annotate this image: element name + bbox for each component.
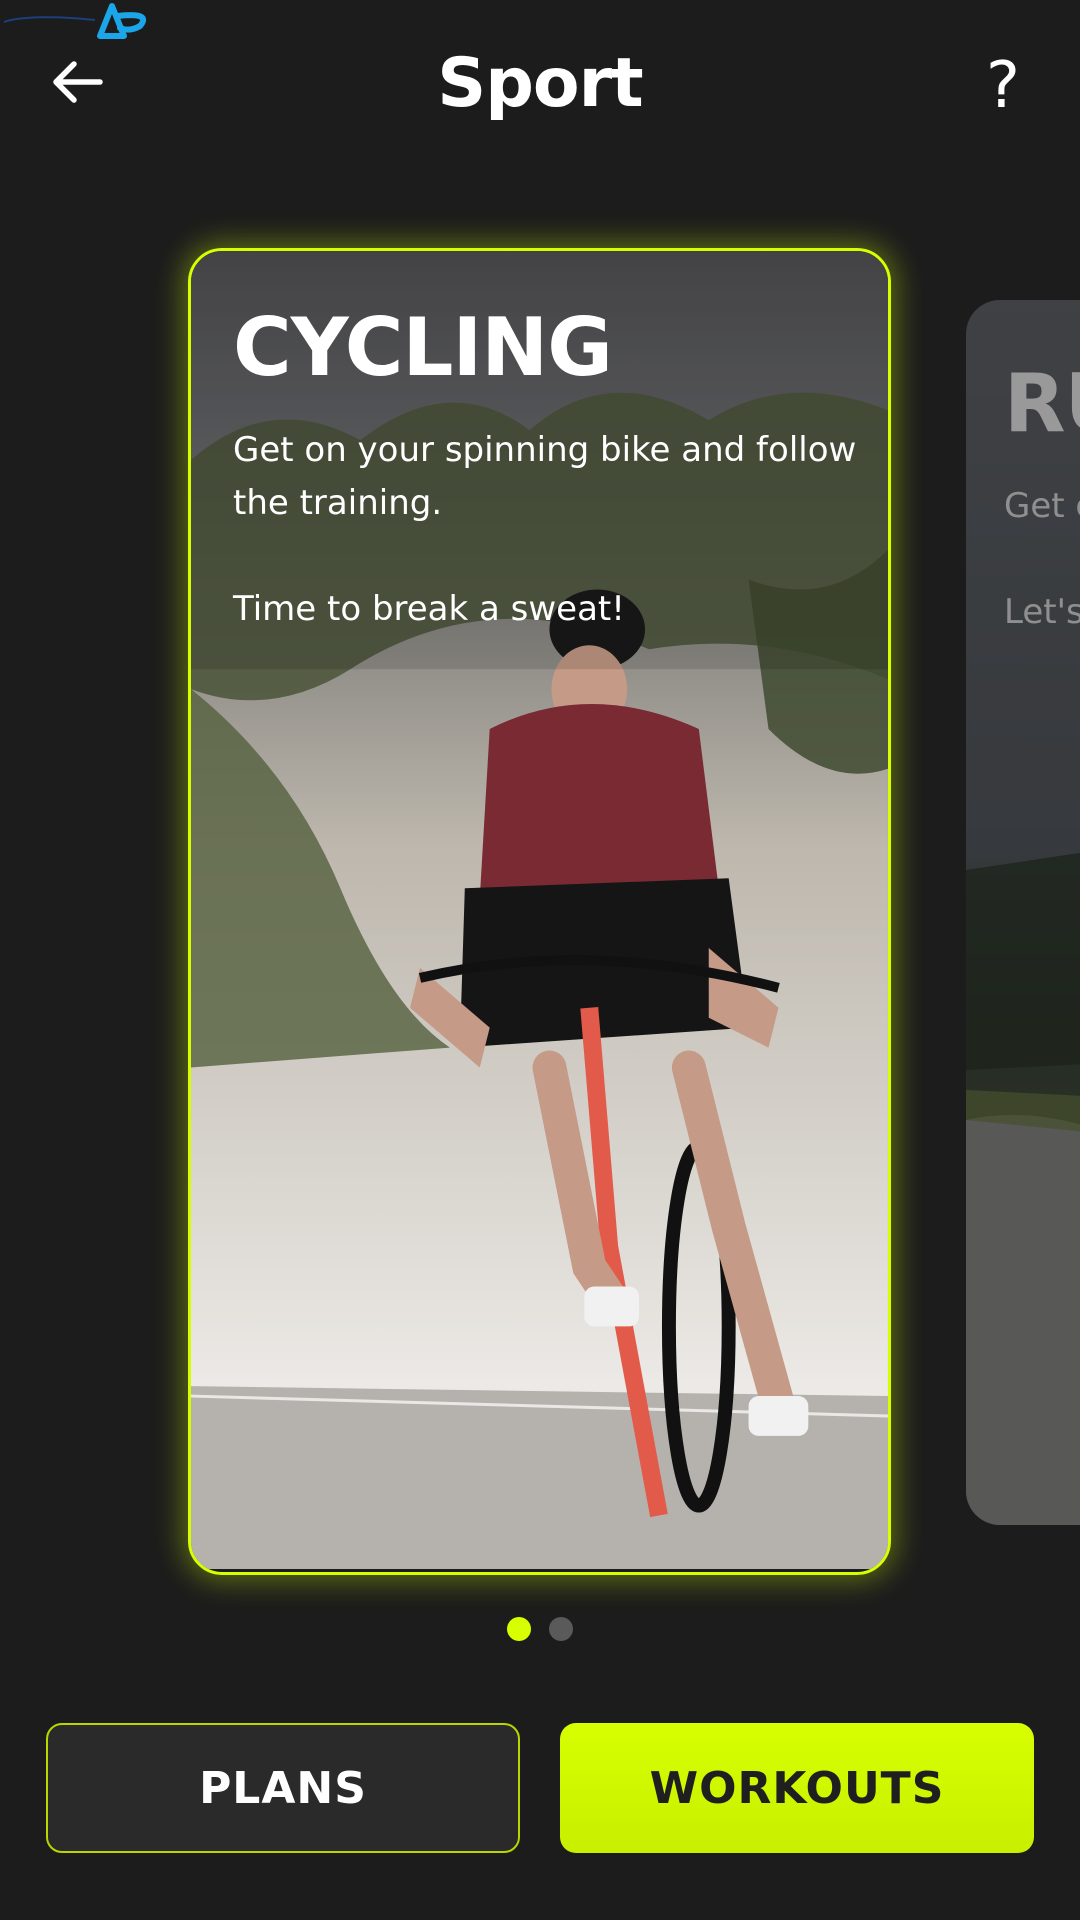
card-description: Get c going [1004, 486, 1080, 526]
workouts-button[interactable]: WORKOUTS [560, 1723, 1034, 1853]
sport-carousel[interactable]: RU Get c going Let's [0, 240, 1080, 1590]
page-title: Sport [437, 44, 643, 123]
card-text: RU Get c going Let's [1004, 362, 1080, 692]
cycling-card[interactable]: CYCLING Get on your spinning bike and fo… [188, 248, 891, 1575]
card-tagline: Time to break a sweat! [233, 589, 625, 629]
carousel-pagination [0, 1617, 1080, 1641]
running-card[interactable]: RU Get c going Let's [966, 300, 1080, 1525]
pagination-dot-2[interactable] [549, 1617, 573, 1641]
card-text: CYCLING Get on your spinning bike and fo… [233, 306, 858, 689]
card-description: Get on your spinning bike and follow the… [233, 430, 857, 523]
bottom-button-bar: PLANS WORKOUTS [46, 1723, 1034, 1853]
card-tagline: Let's [1004, 592, 1080, 632]
top-app-bar: Sport ? [0, 30, 1080, 140]
card-heading: CYCLING [233, 301, 613, 394]
pagination-dot-1[interactable] [507, 1617, 531, 1641]
card-heading: RU [1004, 357, 1080, 450]
sport-screen: Sport ? R Get Let's CYCLING Get on your … [0, 0, 1080, 1920]
plans-button[interactable]: PLANS [46, 1723, 520, 1853]
help-button[interactable]: ? [966, 48, 1040, 124]
